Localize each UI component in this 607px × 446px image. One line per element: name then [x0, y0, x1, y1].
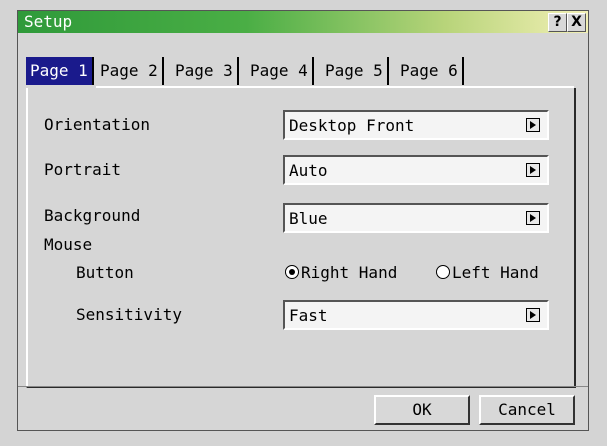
sensitivity-select[interactable]: Fast — [283, 300, 549, 330]
portrait-select[interactable]: Auto — [283, 155, 549, 185]
tab-page-4[interactable]: Page 4 — [246, 57, 314, 85]
radio-right-hand[interactable]: Right Hand — [285, 262, 397, 284]
orientation-value: Desktop Front — [289, 116, 415, 135]
orientation-select[interactable]: Desktop Front — [283, 110, 549, 140]
radio-left-hand[interactable]: Left Hand — [436, 262, 539, 284]
dropdown-arrow-icon[interactable] — [526, 118, 540, 132]
right-hand-label: Right Hand — [301, 263, 398, 282]
ok-button[interactable]: OK — [374, 395, 470, 425]
dropdown-arrow-icon[interactable] — [526, 308, 540, 322]
sensitivity-label: Sensitivity — [76, 305, 182, 324]
dropdown-arrow-icon[interactable] — [526, 163, 540, 177]
close-button[interactable]: X — [567, 13, 586, 32]
left-hand-label: Left Hand — [452, 263, 539, 282]
window-title: Setup — [24, 12, 73, 31]
sensitivity-value: Fast — [289, 306, 328, 325]
title-bar[interactable]: Setup ? X — [18, 11, 588, 33]
portrait-label: Portrait — [44, 160, 122, 179]
dropdown-arrow-icon[interactable] — [526, 211, 540, 225]
orientation-label: Orientation — [44, 115, 150, 134]
portrait-value: Auto — [289, 161, 328, 180]
mouse-button-label: Button — [76, 263, 134, 282]
background-value: Blue — [289, 209, 328, 228]
background-label: Background — [44, 206, 141, 225]
tab-page-6[interactable]: Page 6 — [396, 57, 464, 85]
background-select[interactable]: Blue — [283, 203, 549, 233]
tab-page-3[interactable]: Page 3 — [171, 57, 239, 85]
radio-unselected-icon[interactable] — [436, 265, 450, 279]
help-button[interactable]: ? — [548, 13, 567, 32]
setup-window: Setup ? X Page 1 Page 2 Page 3 Page 4 Pa… — [0, 0, 607, 446]
tab-page-5[interactable]: Page 5 — [321, 57, 389, 85]
tab-page-2[interactable]: Page 2 — [96, 57, 164, 85]
footer-divider — [18, 386, 588, 387]
radio-selected-icon[interactable] — [285, 265, 299, 279]
mouse-label: Mouse — [44, 235, 93, 254]
tab-page-1[interactable]: Page 1 — [26, 57, 94, 85]
cancel-button[interactable]: Cancel — [479, 395, 575, 425]
